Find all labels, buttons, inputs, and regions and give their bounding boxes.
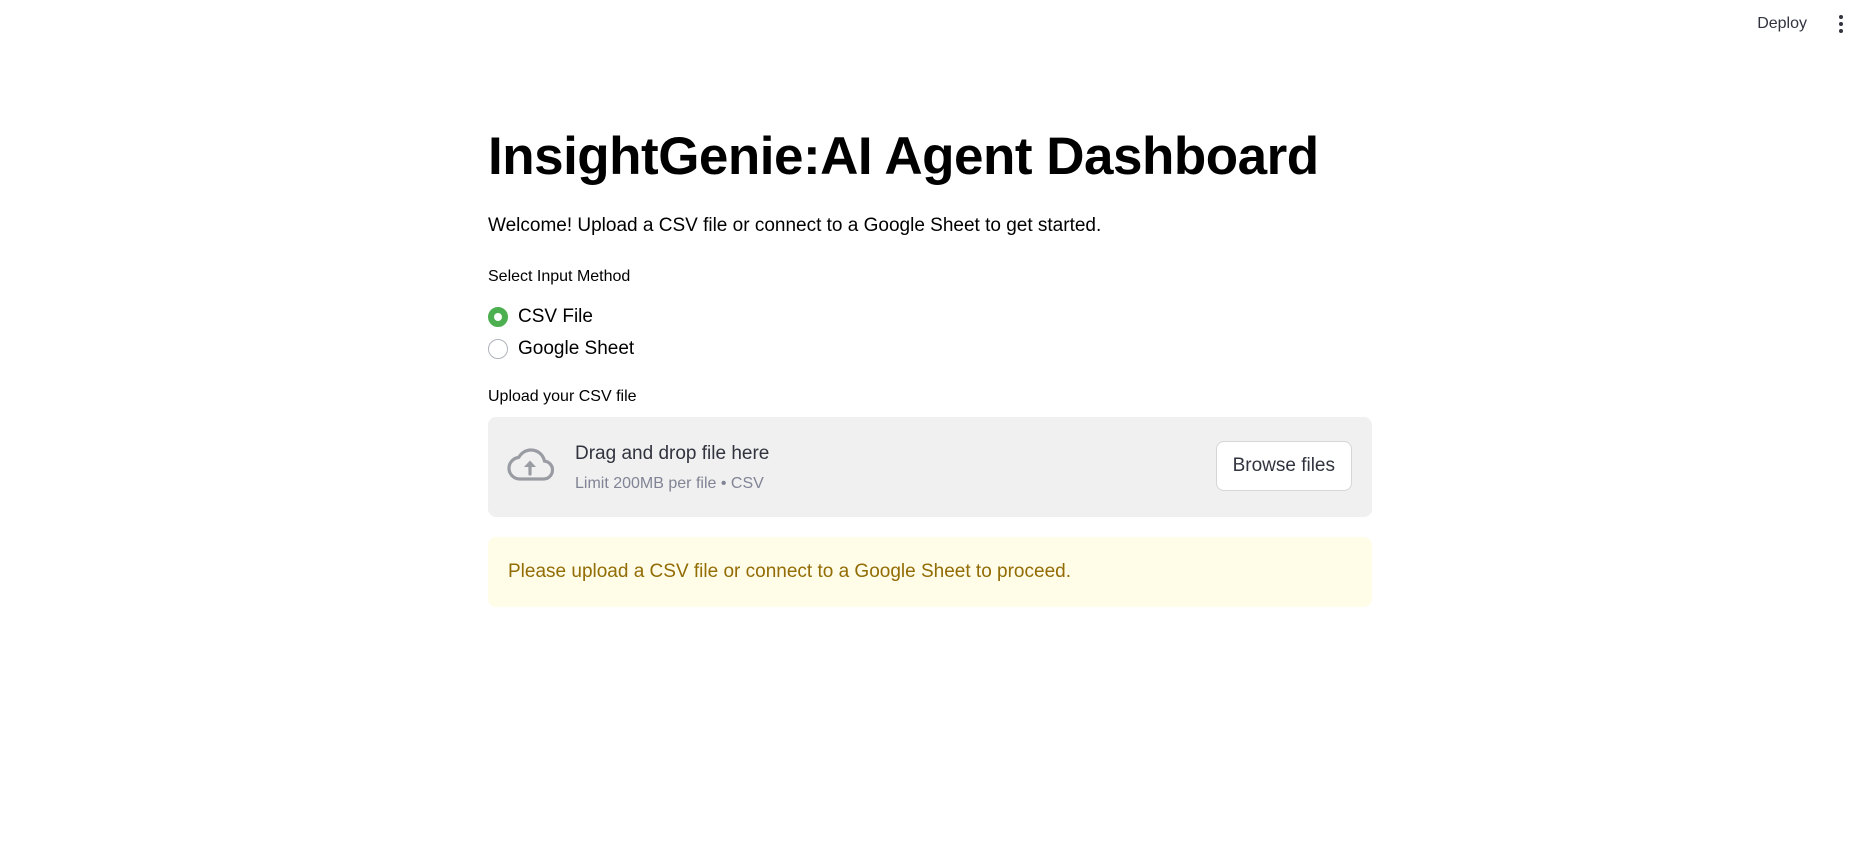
file-dropzone[interactable]: Drag and drop file here Limit 200MB per …	[488, 417, 1372, 517]
welcome-text: Welcome! Upload a CSV file or connect to…	[488, 215, 1102, 236]
radio-option-google-sheet[interactable]: Google Sheet	[488, 333, 634, 365]
page-title: InsightGenie:AI Agent Dashboard	[488, 127, 1319, 186]
deploy-button[interactable]: Deploy	[1747, 10, 1817, 38]
top-header: Deploy	[0, 0, 1861, 46]
radio-option-csv-file[interactable]: CSV File	[488, 301, 634, 333]
radio-option-label: Google Sheet	[518, 338, 635, 359]
radio-checked-icon[interactable]	[488, 307, 508, 327]
app-root: Deploy InsightGenie:AI Agent Dashboard W…	[0, 0, 1861, 846]
radio-unchecked-icon[interactable]	[488, 339, 508, 359]
menu-dot	[1839, 29, 1843, 33]
browse-files-button[interactable]: Browse files	[1215, 441, 1352, 491]
kebab-menu-icon[interactable]	[1829, 10, 1853, 38]
warning-alert: Please upload a CSV file or connect to a…	[488, 537, 1372, 607]
menu-dot	[1839, 15, 1843, 19]
dropzone-title: Drag and drop file here	[575, 443, 770, 464]
input-method-label: Select Input Method	[488, 268, 631, 285]
menu-dot	[1839, 22, 1843, 26]
dropzone-limit-text: Limit 200MB per file • CSV	[575, 475, 764, 492]
radio-option-label: CSV File	[518, 306, 593, 327]
warning-text: Please upload a CSV file or connect to a…	[508, 561, 1071, 582]
input-method-radio-group: CSV File Google Sheet	[488, 301, 634, 365]
cloud-upload-icon	[507, 448, 554, 481]
upload-label: Upload your CSV file	[488, 388, 637, 405]
